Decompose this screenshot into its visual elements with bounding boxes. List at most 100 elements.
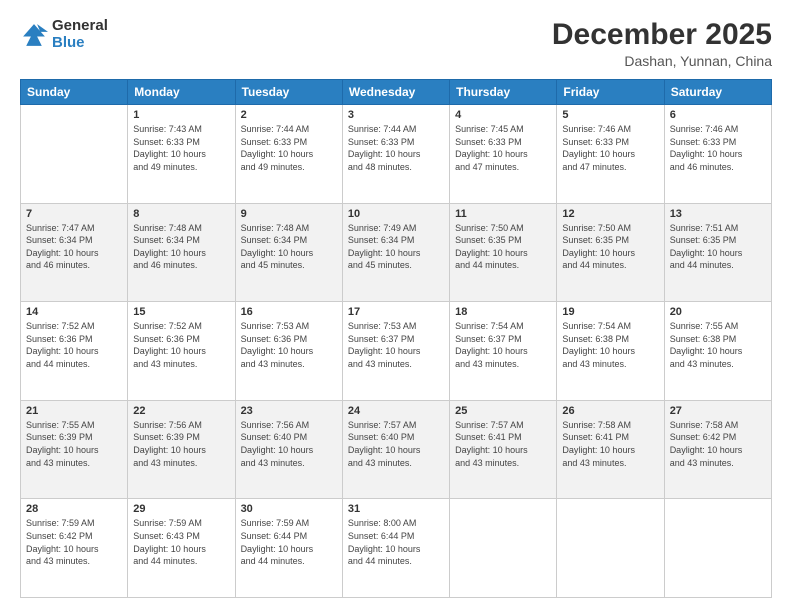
col-header-tuesday: Tuesday [235,80,342,105]
day-info: Sunrise: 7:44 AM Sunset: 6:33 PM Dayligh… [348,123,444,173]
day-info: Sunrise: 7:50 AM Sunset: 6:35 PM Dayligh… [562,222,658,272]
day-info: Sunrise: 7:44 AM Sunset: 6:33 PM Dayligh… [241,123,337,173]
day-info: Sunrise: 7:46 AM Sunset: 6:33 PM Dayligh… [670,123,766,173]
col-header-thursday: Thursday [450,80,557,105]
calendar-cell: 21 Sunrise: 7:55 AM Sunset: 6:39 PM Dayli… [21,400,128,499]
day-number: 22 [133,405,229,417]
day-info: Sunrise: 8:00 AM Sunset: 6:44 PM Dayligh… [348,517,444,567]
day-info: Sunrise: 7:45 AM Sunset: 6:33 PM Dayligh… [455,123,551,173]
day-number: 15 [133,306,229,318]
calendar-cell: 28 Sunrise: 7:59 AM Sunset: 6:42 PM Dayli… [21,499,128,598]
calendar-cell [450,499,557,598]
day-info: Sunrise: 7:43 AM Sunset: 6:33 PM Dayligh… [133,123,229,173]
calendar-cell: 8 Sunrise: 7:48 AM Sunset: 6:34 PM Daylig… [128,203,235,302]
calendar-cell: 15 Sunrise: 7:52 AM Sunset: 6:36 PM Dayli… [128,302,235,401]
col-header-wednesday: Wednesday [342,80,449,105]
calendar-cell: 26 Sunrise: 7:58 AM Sunset: 6:41 PM Dayli… [557,400,664,499]
day-info: Sunrise: 7:58 AM Sunset: 6:41 PM Dayligh… [562,419,658,469]
day-number: 2 [241,109,337,121]
day-number: 31 [348,503,444,515]
day-info: Sunrise: 7:55 AM Sunset: 6:39 PM Dayligh… [26,419,122,469]
calendar-cell: 13 Sunrise: 7:51 AM Sunset: 6:35 PM Dayli… [664,203,771,302]
day-number: 7 [26,208,122,220]
day-info: Sunrise: 7:58 AM Sunset: 6:42 PM Dayligh… [670,419,766,469]
logo-line1: General [52,18,108,35]
header: General Blue December 2025 Dashan, Yunna… [20,18,772,69]
calendar-cell: 1 Sunrise: 7:43 AM Sunset: 6:33 PM Daylig… [128,105,235,204]
day-number: 13 [670,208,766,220]
calendar-cell: 29 Sunrise: 7:59 AM Sunset: 6:43 PM Dayli… [128,499,235,598]
day-number: 11 [455,208,551,220]
calendar-cell: 9 Sunrise: 7:48 AM Sunset: 6:34 PM Daylig… [235,203,342,302]
col-header-sunday: Sunday [21,80,128,105]
day-info: Sunrise: 7:54 AM Sunset: 6:37 PM Dayligh… [455,320,551,370]
day-info: Sunrise: 7:56 AM Sunset: 6:39 PM Dayligh… [133,419,229,469]
calendar-cell: 5Sunrise: 7:46 AM Sunset: 6:33 PM Daylig… [557,105,664,204]
day-info: Sunrise: 7:48 AM Sunset: 6:34 PM Dayligh… [241,222,337,272]
calendar-cell: 27 Sunrise: 7:58 AM Sunset: 6:42 PM Dayli… [664,400,771,499]
day-number: 24 [348,405,444,417]
day-number: 28 [26,503,122,515]
day-number: 3 [348,109,444,121]
calendar-table: SundayMondayTuesdayWednesdayThursdayFrid… [20,79,772,598]
col-header-saturday: Saturday [664,80,771,105]
day-number: 14 [26,306,122,318]
day-info: Sunrise: 7:59 AM Sunset: 6:42 PM Dayligh… [26,517,122,567]
day-info: Sunrise: 7:56 AM Sunset: 6:40 PM Dayligh… [241,419,337,469]
calendar-cell: 2 Sunrise: 7:44 AM Sunset: 6:33 PM Daylig… [235,105,342,204]
day-info: Sunrise: 7:48 AM Sunset: 6:34 PM Dayligh… [133,222,229,272]
day-number: 8 [133,208,229,220]
logo-line2: Blue [52,35,108,52]
day-info: Sunrise: 7:54 AM Sunset: 6:38 PM Dayligh… [562,320,658,370]
calendar-cell: 24Sunrise: 7:57 AM Sunset: 6:40 PM Dayli… [342,400,449,499]
col-header-friday: Friday [557,80,664,105]
day-number: 25 [455,405,551,417]
day-number: 29 [133,503,229,515]
calendar-cell [21,105,128,204]
day-info: Sunrise: 7:51 AM Sunset: 6:35 PM Dayligh… [670,222,766,272]
day-number: 12 [562,208,658,220]
page: General Blue December 2025 Dashan, Yunna… [0,0,792,612]
day-number: 21 [26,405,122,417]
calendar-cell: 23Sunrise: 7:56 AM Sunset: 6:40 PM Dayli… [235,400,342,499]
day-number: 6 [670,109,766,121]
day-info: Sunrise: 7:59 AM Sunset: 6:44 PM Dayligh… [241,517,337,567]
calendar-week-row: 28 Sunrise: 7:59 AM Sunset: 6:42 PM Dayli… [21,499,772,598]
calendar-cell: 20Sunrise: 7:55 AM Sunset: 6:38 PM Dayli… [664,302,771,401]
calendar-cell: 14Sunrise: 7:52 AM Sunset: 6:36 PM Dayli… [21,302,128,401]
day-info: Sunrise: 7:52 AM Sunset: 6:36 PM Dayligh… [133,320,229,370]
day-number: 26 [562,405,658,417]
day-number: 4 [455,109,551,121]
calendar-cell: 11Sunrise: 7:50 AM Sunset: 6:35 PM Dayli… [450,203,557,302]
calendar-cell: 6 Sunrise: 7:46 AM Sunset: 6:33 PM Daylig… [664,105,771,204]
calendar-week-row: 14 Sunrise: 7:52 AM Sunset: 6:36 PM Dayli… [21,302,772,401]
logo-icon [20,21,48,49]
logo: General Blue [20,18,108,51]
calendar-week-row: 1 Sunrise: 7:43 AM Sunset: 6:33 PM Daylig… [21,105,772,204]
day-number: 1 [133,109,229,121]
subtitle: Dashan, Yunnan, China [552,53,772,69]
day-info: Sunrise: 7:59 AM Sunset: 6:43 PM Dayligh… [133,517,229,567]
col-header-monday: Monday [128,80,235,105]
calendar-cell: 3 Sunrise: 7:44 AM Sunset: 6:33 PM Daylig… [342,105,449,204]
calendar-cell: 10Sunrise: 7:49 AM Sunset: 6:34 PM Dayli… [342,203,449,302]
day-number: 19 [562,306,658,318]
calendar-cell: 7Sunrise: 7:47 AM Sunset: 6:34 PM Daylig… [21,203,128,302]
day-number: 27 [670,405,766,417]
calendar-week-row: 7Sunrise: 7:47 AM Sunset: 6:34 PM Daylig… [21,203,772,302]
calendar-cell: 17Sunrise: 7:53 AM Sunset: 6:37 PM Dayli… [342,302,449,401]
day-number: 30 [241,503,337,515]
calendar-cell: 18 Sunrise: 7:54 AM Sunset: 6:37 PM Dayli… [450,302,557,401]
day-info: Sunrise: 7:53 AM Sunset: 6:36 PM Dayligh… [241,320,337,370]
day-number: 9 [241,208,337,220]
title-block: December 2025 Dashan, Yunnan, China [552,18,772,69]
calendar-cell: 25 Sunrise: 7:57 AM Sunset: 6:41 PM Dayli… [450,400,557,499]
day-number: 16 [241,306,337,318]
calendar-header-row: SundayMondayTuesdayWednesdayThursdayFrid… [21,80,772,105]
logo-text: General Blue [52,18,108,51]
day-info: Sunrise: 7:57 AM Sunset: 6:41 PM Dayligh… [455,419,551,469]
main-title: December 2025 [552,18,772,51]
day-number: 18 [455,306,551,318]
calendar-cell: 31 Sunrise: 8:00 AM Sunset: 6:44 PM Dayli… [342,499,449,598]
day-number: 10 [348,208,444,220]
